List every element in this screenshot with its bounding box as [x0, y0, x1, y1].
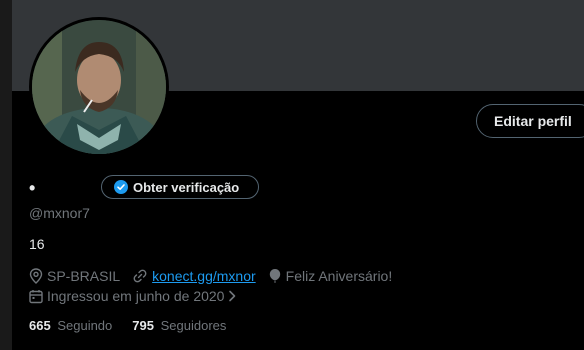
calendar-icon [29, 289, 43, 303]
edit-profile-button[interactable]: Editar perfil [476, 104, 584, 138]
website-link[interactable]: konect.gg/mxnor [152, 268, 256, 284]
joined-text: Ingressou em junho de 2020 [47, 288, 225, 304]
profile-handle: @mxnor7 [29, 205, 90, 221]
profile-meta-row: SP-BRASIL konect.gg/mxnor Feliz Aniversá… [29, 266, 404, 286]
chevron-right-icon [229, 290, 236, 302]
following-count: 665 [29, 318, 51, 333]
left-border [0, 0, 12, 350]
location-pin-icon [29, 268, 43, 284]
following-label: Seguindo [57, 318, 113, 333]
birthday-text: Feliz Aniversário! [285, 268, 393, 284]
joined-item[interactable]: Ingressou em junho de 2020 [29, 288, 241, 304]
followers-count: 795 [132, 318, 154, 333]
verified-badge-icon [114, 180, 128, 194]
followers-link[interactable]: 795 Seguidores [132, 318, 226, 333]
get-verified-button[interactable]: Obter verificação [101, 175, 259, 199]
location-item: SP-BRASIL [29, 268, 120, 284]
followers-label: Seguidores [160, 318, 227, 333]
get-verified-label: Obter verificação [133, 179, 240, 195]
follow-stats: 665 Seguindo 795 Seguidores [29, 318, 246, 333]
location-text: SP-BRASIL [47, 268, 121, 284]
link-icon [133, 269, 147, 283]
avatar-image [32, 20, 166, 154]
profile-bio: 16 [29, 236, 45, 252]
balloon-icon [269, 269, 280, 283]
birthday-item: Feliz Aniversário! [268, 268, 393, 284]
following-link[interactable]: 665 Seguindo [29, 318, 112, 333]
profile-avatar[interactable] [29, 17, 169, 157]
joined-row: Ingressou em junho de 2020 [29, 286, 253, 306]
website-item[interactable]: konect.gg/mxnor [132, 268, 256, 284]
display-name: • [29, 178, 36, 198]
